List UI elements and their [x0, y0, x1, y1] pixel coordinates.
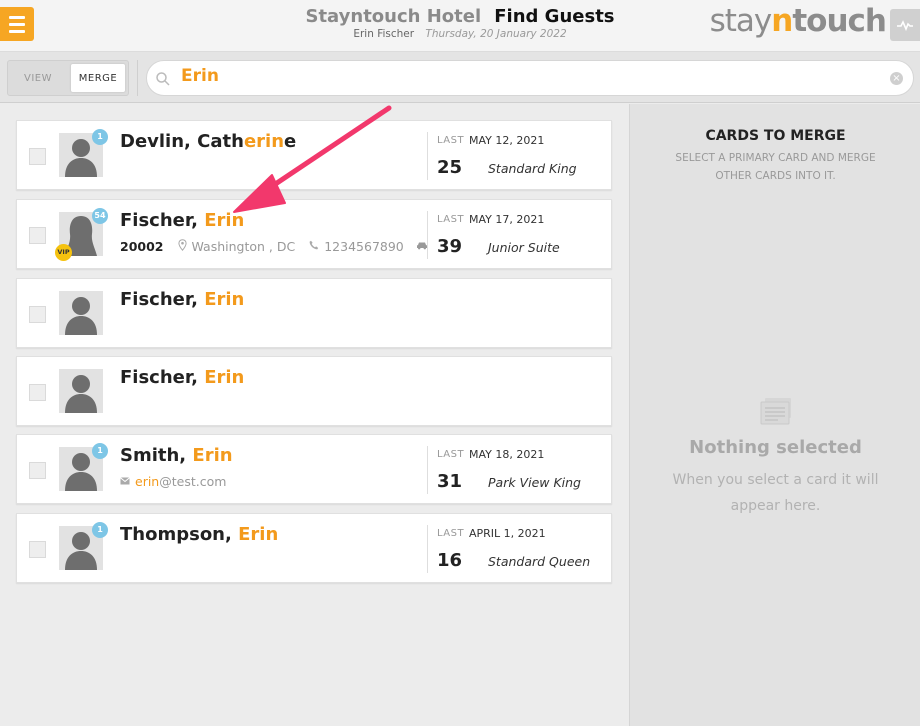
select-checkbox[interactable] [29, 148, 46, 165]
toolbar: VIEW MERGE Erin × [0, 52, 920, 103]
cards-icon [760, 398, 791, 425]
car-icon [416, 240, 428, 253]
last-stay-date: APRIL 1, 2021 [469, 527, 546, 540]
last-stay-label: LAST [437, 449, 465, 460]
merge-panel-subtitle: SELECT A PRIMARY CARD AND MERGE OTHER CA… [675, 152, 876, 182]
guest-card[interactable]: 1 Smith, Erin erin@test.com LAST MAY 18,… [16, 434, 612, 504]
stay-divider [427, 446, 428, 494]
stay-count-badge: 54 [92, 208, 108, 224]
search-query[interactable]: Erin [181, 66, 219, 86]
stay-nights: 39 [437, 236, 463, 257]
clear-icon[interactable]: × [890, 72, 903, 85]
stay-count-badge: 1 [92, 129, 108, 145]
guest-card[interactable]: 1 Thompson, Erin LAST APRIL 1, 2021 16 S… [16, 513, 612, 583]
stay-count-badge: 1 [92, 522, 108, 538]
merge-toggle-option[interactable]: MERGE [71, 64, 125, 92]
vip-badge: VIP [55, 244, 72, 261]
guest-name: Thompson, Erin [120, 524, 279, 545]
last-stay-date: MAY 17, 2021 [469, 213, 545, 226]
guest-card[interactable]: 1 Devlin, Catherine LAST MAY 12, 2021 25… [16, 120, 612, 190]
toolbar-divider [137, 60, 138, 96]
guest-phone: 1234567890 [324, 239, 404, 254]
guest-city: Washington , DC [191, 239, 296, 254]
stay-nights: 25 [437, 157, 463, 178]
location-icon [177, 239, 187, 254]
last-stay-label: LAST [437, 214, 465, 225]
stay-nights: 31 [437, 471, 463, 492]
user-name: Erin Fischer [353, 28, 415, 40]
stay-count-badge: 1 [92, 443, 108, 459]
select-checkbox[interactable] [29, 462, 46, 479]
app-header: Stayntouch Hotel Find Guests Erin Fische… [0, 0, 920, 52]
guest-name: Devlin, Catherine [120, 131, 297, 152]
last-stay-date: MAY 18, 2021 [469, 448, 545, 461]
empty-state-hint: When you select a card it will appear he… [672, 472, 879, 514]
phone-icon [309, 240, 319, 253]
guest-avatar-icon [59, 369, 103, 413]
stayntouch-logo: stayntouch [709, 3, 887, 39]
view-merge-toggle[interactable]: VIEW MERGE [7, 60, 129, 96]
view-toggle-option[interactable]: VIEW [8, 61, 68, 95]
last-stay-date: MAY 12, 2021 [469, 134, 545, 147]
empty-state-title: Nothing selected [689, 437, 862, 458]
guest-avatar-icon [59, 291, 103, 335]
room-type: Park View King [488, 475, 581, 490]
search-input[interactable]: Erin × [146, 60, 914, 96]
guest-card[interactable]: 54 VIP Fischer, Erin 20002 Washington , … [16, 199, 612, 269]
business-date: Thursday, 20 January 2022 [425, 28, 567, 40]
last-stay-label: LAST [437, 528, 465, 539]
guest-card[interactable]: Fischer, Erin [16, 278, 612, 348]
select-checkbox[interactable] [29, 306, 46, 323]
stay-nights: 16 [437, 550, 463, 571]
room-type: Junior Suite [488, 240, 560, 255]
guest-details: erin@test.com [120, 474, 226, 489]
stay-divider [427, 211, 428, 259]
select-checkbox[interactable] [29, 541, 46, 558]
guest-results-list: 1 Devlin, Catherine LAST MAY 12, 2021 25… [0, 104, 629, 726]
page-title: Find Guests [494, 6, 615, 27]
last-stay-label: LAST [437, 135, 465, 146]
guest-email: erin@test.com [135, 474, 227, 489]
select-checkbox[interactable] [29, 227, 46, 244]
stay-divider [427, 132, 428, 180]
search-icon [156, 72, 170, 86]
guest-name: Smith, Erin [120, 445, 233, 466]
mail-icon [120, 475, 130, 488]
merge-panel-title: CARDS TO MERGE [705, 128, 846, 144]
hotel-name: Stayntouch Hotel [305, 6, 482, 27]
stay-divider [427, 525, 428, 573]
guest-name: Fischer, Erin [120, 289, 245, 310]
room-type: Standard Queen [488, 554, 591, 569]
room-type: Standard King [488, 161, 577, 176]
select-checkbox[interactable] [29, 384, 46, 401]
activity-icon[interactable] [890, 9, 920, 41]
guest-zip: 20002 [120, 239, 164, 254]
guest-name: Fischer, Erin [120, 367, 245, 388]
guest-card[interactable]: Fischer, Erin [16, 356, 612, 426]
merge-panel: CARDS TO MERGE SELECT A PRIMARY CARD AND… [629, 104, 920, 726]
guest-details: 20002 Washington , DC 1234567890 [120, 239, 433, 254]
guest-name: Fischer, Erin [120, 210, 245, 231]
